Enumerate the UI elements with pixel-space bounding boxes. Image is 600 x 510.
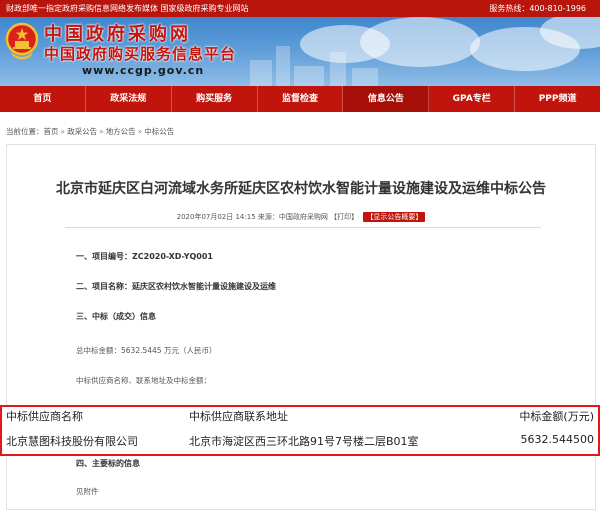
site-url: www.ccgp.gov.cn: [82, 64, 205, 77]
total-award-amount: 总中标金额：5632.5445 万元（人民币）: [76, 346, 217, 355]
table-cell-supplier-name: 北京慧图科技股份有限公司: [6, 435, 138, 448]
national-emblem-icon: [5, 22, 39, 60]
site-slogan: 财政部唯一指定政府采购信息网络发布媒体 国家级政府采购专业网站: [6, 4, 249, 13]
attachment-note: 见附件: [76, 487, 99, 496]
winner-table: 中标供应商名称 中标供应商联系地址 中标金额(万元) 北京慧图科技股份有限公司 …: [0, 405, 600, 456]
breadcrumb-item-local-notices[interactable]: 地方公告: [106, 127, 136, 136]
award-info-heading: 三、中标（成交）信息: [76, 312, 156, 321]
title-divider: [65, 227, 541, 228]
breadcrumb: 当前位置：首页» 政采公告» 地方公告» 中标公告: [6, 126, 174, 137]
nav-item-ppp[interactable]: PPP频道: [515, 86, 600, 112]
main-nav: 首页 政采法规 购买服务 监督检查 信息公告 GPA专栏 PPP频道: [0, 86, 600, 112]
table-cell-supplier-address: 北京市海淀区西三环北路91号7号楼二层B01室: [189, 435, 419, 448]
print-link[interactable]: 【打印】: [330, 213, 358, 221]
table-header-supplier-name: 中标供应商名称: [6, 410, 83, 423]
table-header-award-amount: 中标金额(万元): [519, 410, 594, 423]
breadcrumb-item-home[interactable]: 首页: [44, 127, 59, 136]
site-subtitle: 中国政府购买服务信息平台: [44, 45, 237, 63]
breadcrumb-item-award-notices[interactable]: 中标公告: [144, 127, 174, 136]
main-items-heading: 四、主要标的信息: [76, 459, 140, 468]
project-number: 一、项目编号：ZC2020-XD-YQ001: [76, 252, 213, 261]
nav-item-gpa[interactable]: GPA专栏: [429, 86, 516, 112]
table-cell-award-amount: 5632.544500: [520, 433, 594, 446]
nav-item-announcements[interactable]: 信息公告: [343, 86, 430, 112]
nav-item-supervision[interactable]: 监督检查: [258, 86, 344, 112]
project-name: 二、项目名称：延庆区农村饮水智能计量设施建设及运维: [76, 282, 276, 291]
nav-item-purchase-services[interactable]: 购买服务: [172, 86, 258, 112]
service-hotline: 服务热线：400-810-1996: [489, 4, 586, 13]
breadcrumb-separator: »: [137, 127, 143, 136]
breadcrumb-separator: »: [60, 127, 66, 136]
top-bar: 财政部唯一指定政府采购信息网络发布媒体 国家级政府采购专业网站 服务热线：400…: [0, 0, 600, 17]
breadcrumb-separator: »: [99, 127, 104, 136]
nav-item-home[interactable]: 首页: [0, 86, 86, 112]
site-banner: 中国政府采购网 中国政府购买服务信息平台 www.ccgp.gov.cn: [0, 17, 600, 86]
show-summary-button[interactable]: 【显示公告概要】: [363, 212, 426, 222]
article-title: 北京市延庆区白河流域水务所延庆区农村饮水智能计量设施建设及运维中标公告: [56, 181, 546, 197]
breadcrumb-prefix: 当前位置：: [6, 127, 44, 136]
table-header-supplier-address: 中标供应商联系地址: [189, 410, 288, 423]
article-source: 来源：中国政府采购网: [257, 213, 328, 221]
article-meta: 2020年07月02日 14:15 来源：中国政府采购网 【打印】 【显示公告概…: [7, 212, 595, 222]
nav-item-regulations[interactable]: 政采法规: [86, 86, 172, 112]
publish-date: 2020年07月02日 14:15: [176, 213, 256, 221]
breadcrumb-item-procurement-notices[interactable]: 政采公告: [67, 127, 97, 136]
supplier-info-label: 中标供应商名称、联系地址及中标金额：: [76, 376, 211, 385]
